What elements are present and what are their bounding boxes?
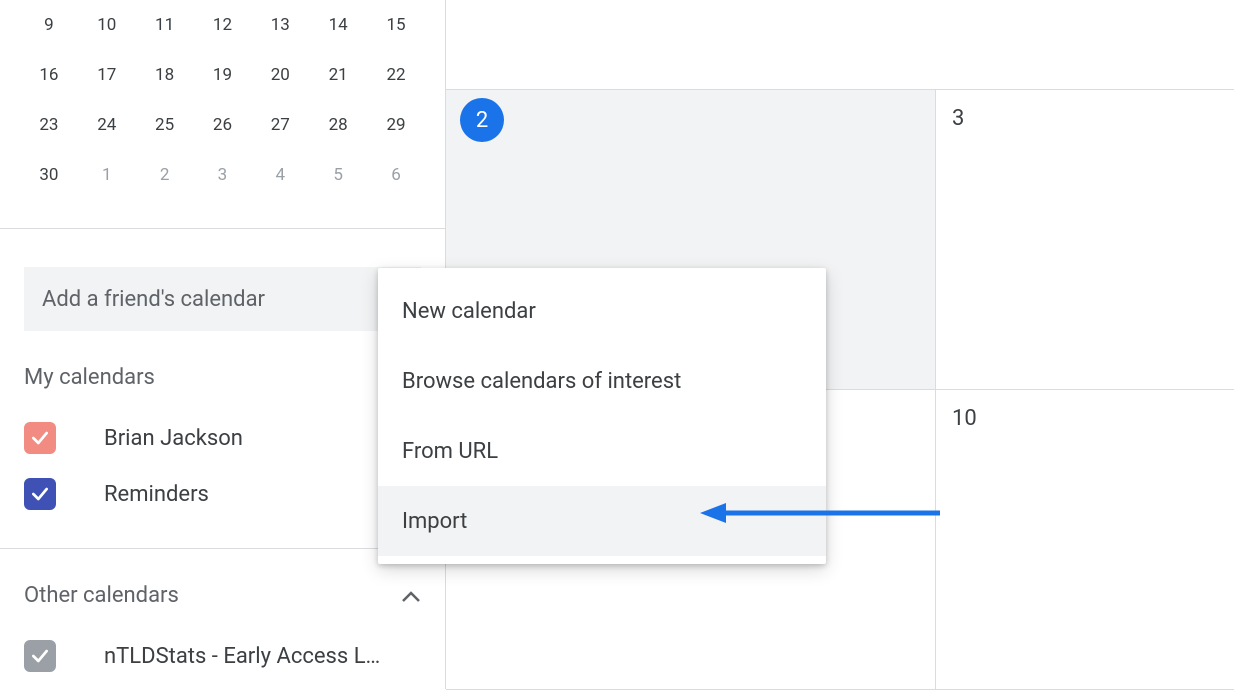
today-badge: 2 [460,98,504,142]
my-calendars-header[interactable]: My calendars [24,365,421,390]
mini-cal-day[interactable]: 11 [136,0,194,50]
mini-cal-day[interactable]: 1 [78,150,136,200]
mini-cal-day[interactable]: 27 [251,100,309,150]
mini-cal-day[interactable]: 24 [78,100,136,150]
mini-cal-day[interactable]: 30 [20,150,78,200]
mini-cal-day[interactable]: 23 [20,100,78,150]
mini-cal-day[interactable]: 4 [251,150,309,200]
mini-cal-day[interactable]: 5 [309,150,367,200]
mini-cal-day[interactable]: 15 [367,0,425,50]
mini-cal-day[interactable]: 28 [309,100,367,150]
day-cell-10[interactable]: 10 [936,390,1234,690]
mini-cal-day[interactable]: 9 [20,0,78,50]
mini-cal-day[interactable]: 13 [251,0,309,50]
calendar-list-item[interactable]: Reminders [24,466,421,522]
calendar-checkbox[interactable] [24,422,56,454]
mini-cal-day[interactable]: 10 [78,0,136,50]
calendar-list-item[interactable]: Brian Jackson [24,410,421,466]
menu-item-new-calendar[interactable]: New calendar [378,276,826,346]
mini-cal-day[interactable]: 26 [194,100,252,150]
menu-item-from-url[interactable]: From URL [378,416,826,486]
calendar-list-item[interactable]: nTLDStats - Early Access L… [24,628,421,684]
mini-cal-day[interactable]: 29 [367,100,425,150]
other-calendars-title: Other calendars [24,583,179,608]
mini-calendar: 9101112131415161718192021222324252627282… [0,0,445,210]
mini-cal-day[interactable]: 6 [367,150,425,200]
calendar-label: nTLDStats - Early Access L… [104,644,380,669]
day-cell-3[interactable]: 3 [936,90,1234,390]
day-number: 10 [952,406,977,431]
mini-cal-day[interactable]: 20 [251,50,309,100]
mini-cal-day[interactable]: 2 [136,150,194,200]
mini-cal-day[interactable]: 14 [309,0,367,50]
calendar-checkbox[interactable] [24,640,56,672]
other-calendars-list: nTLDStats - Early Access L… [24,628,421,684]
calendar-checkbox[interactable] [24,478,56,510]
month-row-0 [446,0,1234,90]
mini-cal-day[interactable]: 19 [194,50,252,100]
my-calendars-list: Brian Jackson Reminders [24,410,421,522]
add-friend-placeholder: Add a friend's calendar [42,287,265,312]
mini-cal-day[interactable]: 18 [136,50,194,100]
sidebar-divider-1 [0,228,445,229]
mini-cal-day[interactable]: 25 [136,100,194,150]
calendar-label: Brian Jackson [104,426,243,451]
menu-item-browse-calendars-of-interest[interactable]: Browse calendars of interest [378,346,826,416]
other-calendars-header[interactable]: Other calendars [24,583,421,608]
annotation-arrow [700,503,940,523]
mini-calendar-table: 9101112131415161718192021222324252627282… [20,0,425,200]
mini-cal-day[interactable]: 17 [78,50,136,100]
mini-cal-day[interactable]: 21 [309,50,367,100]
mini-cal-day[interactable]: 3 [194,150,252,200]
calendar-label: Reminders [104,482,209,507]
mini-cal-day[interactable]: 12 [194,0,252,50]
mini-cal-day[interactable]: 16 [20,50,78,100]
add-friend-input[interactable]: Add a friend's calendar [24,267,421,331]
day-number: 3 [952,106,964,131]
mini-cal-day[interactable]: 22 [367,50,425,100]
chevron-up-icon [401,584,421,608]
my-calendars-title: My calendars [24,365,155,390]
add-friend-row: Add a friend's calendar [24,267,421,331]
